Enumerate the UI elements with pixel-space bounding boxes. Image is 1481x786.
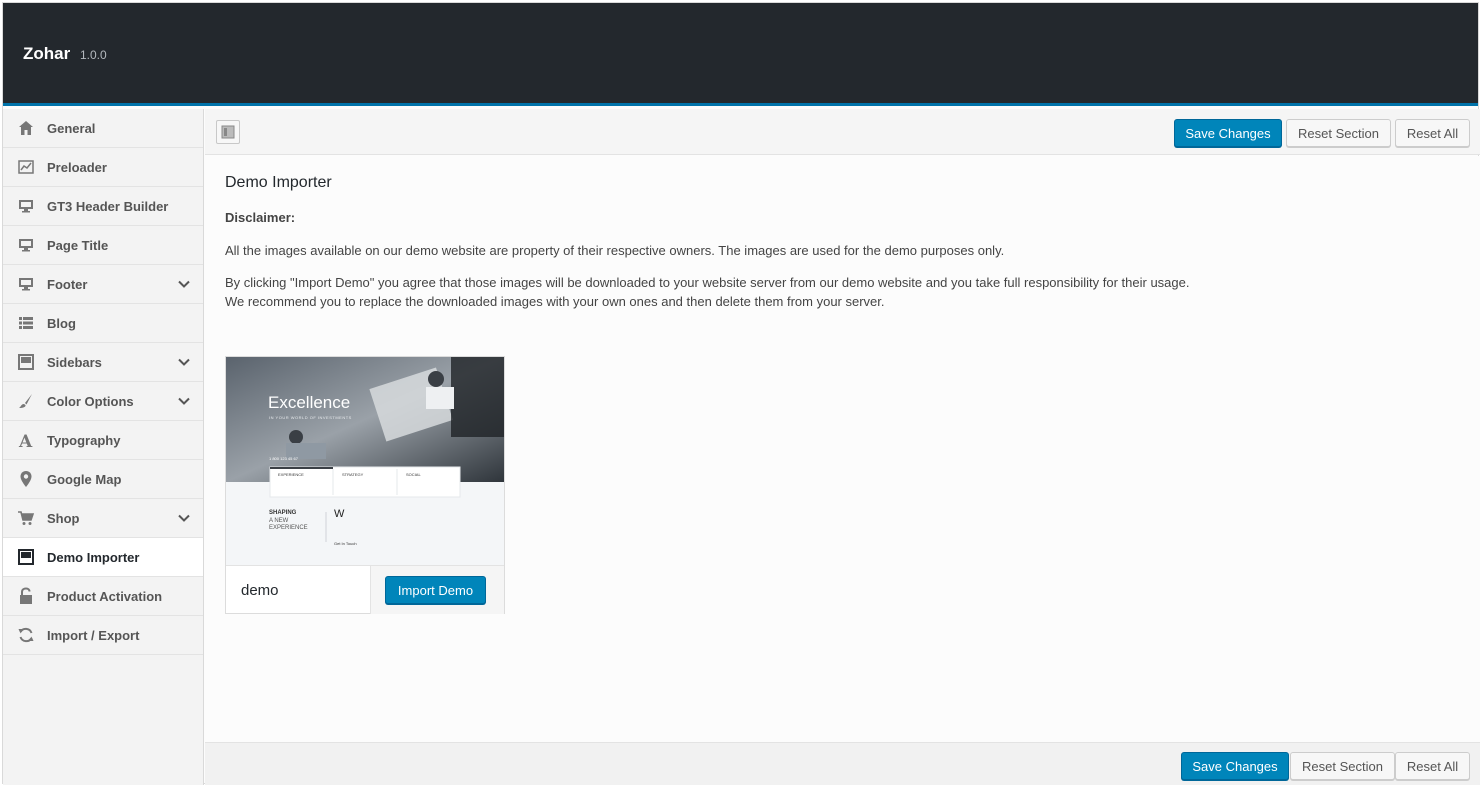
sidebar-item-label: Typography	[47, 432, 121, 448]
demo-name: demo	[241, 582, 279, 599]
preview-shaping-line-2: A NEW	[269, 518, 289, 524]
sidebar-item-label: Footer	[47, 276, 88, 292]
sidebar-item-label: Demo Importer	[47, 549, 140, 565]
list-icon	[17, 314, 35, 332]
theme-options-panel: Zohar 1.0.0 General Preloader GT3 Header B…	[2, 2, 1480, 785]
preview-drop-cap: W	[334, 508, 345, 520]
sidebar-item-label: Preloader	[47, 159, 107, 175]
chevron-down-icon[interactable]	[177, 511, 191, 525]
import-demo-button[interactable]: Import Demo	[385, 576, 486, 604]
reset-section-button[interactable]: Reset Section	[1286, 119, 1391, 147]
sidebar-item-label: Color Options	[47, 393, 134, 409]
sidebar-item-product-activation[interactable]: Product Activation	[3, 577, 203, 616]
refresh-icon	[17, 626, 35, 644]
sidebar: General Preloader GT3 Header Builder Page T…	[3, 109, 204, 785]
demo-card-footer: demo Import Demo	[226, 565, 504, 614]
home-icon	[17, 119, 35, 137]
app-title: Zohar	[23, 44, 71, 63]
brush-icon	[17, 392, 35, 410]
reset-all-button[interactable]: Reset All	[1395, 119, 1470, 147]
sidebar-item-sidebars[interactable]: Sidebars	[3, 343, 203, 382]
expand-layout-button[interactable]	[216, 120, 240, 144]
sidebar-item-label: Google Map	[47, 471, 122, 487]
preview-shaping-line-3: EXPERIENCE	[269, 525, 308, 531]
sidebar-item-typography[interactable]: A Typography	[3, 421, 203, 460]
chevron-down-icon[interactable]	[177, 355, 191, 369]
sidebar-item-general[interactable]: General	[3, 109, 203, 148]
preview-column-3: SOCIAL	[406, 472, 421, 477]
demo-preview-image: Excellence IN YOUR WORLD OF INVESTMENTS …	[226, 357, 504, 565]
panel-header: Zohar 1.0.0	[3, 3, 1478, 106]
disclaimer-text: All the images available on our demo web…	[225, 243, 1005, 258]
sidebar-item-label: Shop	[47, 510, 80, 526]
sidebar-item-label: Sidebars	[47, 354, 102, 370]
sidebar-item-preloader[interactable]: Preloader	[3, 148, 203, 187]
preview-get-in-touch: Get In Touch	[334, 541, 357, 546]
unlock-icon	[17, 587, 35, 605]
main-content: Demo Importer Disclaimer: All the images…	[205, 156, 1480, 742]
save-changes-button[interactable]: Save Changes	[1174, 119, 1282, 147]
save-changes-button-bottom[interactable]: Save Changes	[1181, 752, 1289, 780]
sidebar-item-demo-importer[interactable]: Demo Importer	[3, 538, 203, 577]
bottom-toolbar: Save Changes Reset Section Reset All	[205, 742, 1480, 785]
sidebar-item-page-title[interactable]: Page Title	[3, 226, 203, 265]
svg-text:A: A	[18, 432, 33, 449]
sidebar-item-footer[interactable]: Footer	[3, 265, 203, 304]
agreement-text: By clicking "Import Demo" you agree that…	[225, 275, 1190, 290]
monitor-icon	[17, 275, 35, 293]
monitor-icon	[17, 197, 35, 215]
sidebar-item-gt3-header-builder[interactable]: GT3 Header Builder	[3, 187, 203, 226]
sidebar-item-label: Import / Export	[47, 627, 140, 643]
chart-icon	[17, 158, 35, 176]
cart-icon	[17, 509, 35, 527]
disclaimer-label: Disclaimer:	[225, 210, 296, 225]
app-version: 1.0.0	[80, 48, 107, 62]
chevron-down-icon[interactable]	[177, 394, 191, 408]
sidebar-item-label: Page Title	[47, 237, 109, 253]
demo-card: Excellence IN YOUR WORLD OF INVESTMENTS …	[225, 356, 505, 614]
monitor-icon	[17, 236, 35, 254]
recommendation-text: We recommend you to replace the download…	[225, 294, 885, 309]
layout-toggle-icon	[221, 125, 235, 139]
top-toolbar: Save Changes Reset Section Reset All	[205, 109, 1480, 155]
preview-column-1: EXPERIENCE	[278, 472, 304, 477]
preview-hero-title: Excellence	[268, 393, 351, 412]
reset-section-button-bottom[interactable]: Reset Section	[1290, 752, 1395, 780]
reset-all-button-bottom[interactable]: Reset All	[1395, 752, 1470, 780]
sidebar-item-label: GT3 Header Builder	[47, 198, 169, 214]
sidebar-item-import-export[interactable]: Import / Export	[3, 616, 203, 655]
sidebar-item-label: General	[47, 120, 96, 136]
sidebar-item-google-map[interactable]: Google Map	[3, 460, 203, 499]
map-pin-icon	[17, 470, 35, 488]
preview-phone: 1 800 123 45 67	[269, 456, 298, 461]
sidebar-item-blog[interactable]: Blog	[3, 304, 203, 343]
preview-column-2: STRATEGY	[342, 472, 364, 477]
layout-icon	[17, 548, 35, 566]
sidebar-item-shop[interactable]: Shop	[3, 499, 203, 538]
sidebar-item-color-options[interactable]: Color Options	[3, 382, 203, 421]
preview-hero-subtitle: IN YOUR WORLD OF INVESTMENTS	[269, 415, 352, 420]
sidebar-item-label: Product Activation	[47, 588, 163, 604]
layout-icon	[17, 353, 35, 371]
section-title: Demo Importer	[225, 174, 332, 191]
preview-shaping-line-1: SHAPING	[269, 510, 297, 516]
chevron-down-icon[interactable]	[177, 277, 191, 291]
sidebar-item-label: Blog	[47, 315, 76, 331]
font-icon: A	[17, 431, 35, 449]
